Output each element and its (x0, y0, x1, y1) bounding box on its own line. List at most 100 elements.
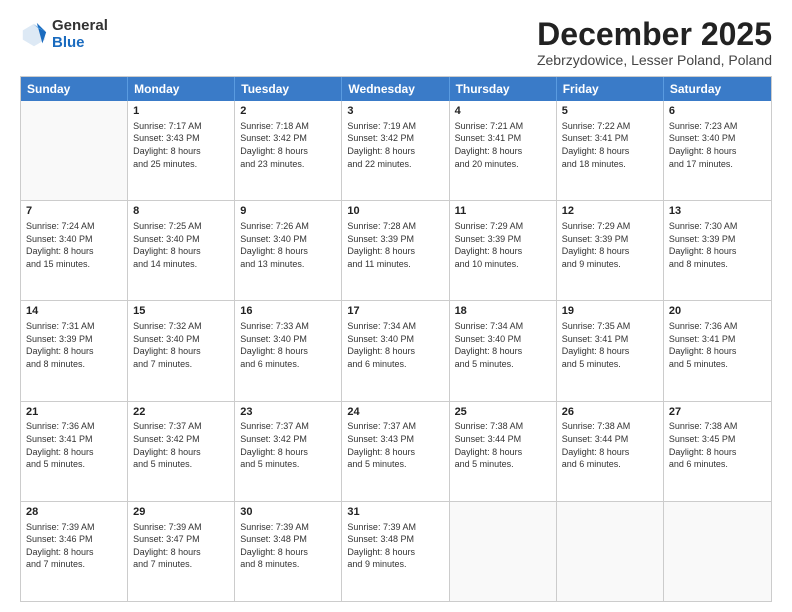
cell-text: Sunrise: 7:26 AM (240, 220, 336, 233)
cal-cell: 26Sunrise: 7:38 AMSunset: 3:44 PMDayligh… (557, 402, 664, 501)
cell-text: and 6 minutes. (240, 358, 336, 371)
cell-text: Daylight: 8 hours (347, 145, 443, 158)
day-number: 22 (133, 405, 229, 420)
cell-text: and 5 minutes. (347, 458, 443, 471)
cell-text: Sunrise: 7:38 AM (455, 420, 551, 433)
cell-text: Daylight: 8 hours (347, 245, 443, 258)
day-number: 3 (347, 104, 443, 119)
cal-cell: 27Sunrise: 7:38 AMSunset: 3:45 PMDayligh… (664, 402, 771, 501)
cell-text: Daylight: 8 hours (562, 446, 658, 459)
cell-text: Sunset: 3:40 PM (133, 233, 229, 246)
cal-row-2: 14Sunrise: 7:31 AMSunset: 3:39 PM Dayligh… (21, 300, 771, 400)
cal-cell: 6Sunrise: 7:23 AMSunset: 3:40 PMDaylight… (664, 101, 771, 200)
cal-cell: 19Sunrise: 7:35 AMSunset: 3:41 PMDayligh… (557, 301, 664, 400)
cell-text: and 5 minutes. (240, 458, 336, 471)
cal-row-1: 7Sunrise: 7:24 AMSunset: 3:40 PMDaylight… (21, 200, 771, 300)
day-number: 11 (455, 204, 551, 219)
cell-text: Sunrise: 7:24 AM (26, 220, 122, 233)
day-header-wednesday: Wednesday (342, 77, 449, 101)
cell-text: and 6 minutes. (347, 358, 443, 371)
cell-text: Sunset: 3:43 PM (133, 132, 229, 145)
cell-text: Sunrise: 7:37 AM (133, 420, 229, 433)
location: Zebrzydowice, Lesser Poland, Poland (537, 52, 772, 68)
cell-text: Daylight: 8 hours (347, 546, 443, 559)
cell-text: Sunrise: 7:39 AM (133, 521, 229, 534)
cell-text: and 10 minutes. (455, 258, 551, 271)
cell-text: Sunrise: 7:21 AM (455, 120, 551, 133)
cell-text: Sunrise: 7:38 AM (669, 420, 766, 433)
cell-text: Sunrise: 7:32 AM (133, 320, 229, 333)
day-header-friday: Friday (557, 77, 664, 101)
cell-text: and 18 minutes. (562, 158, 658, 171)
day-number: 21 (26, 405, 122, 420)
cal-cell: 5Sunrise: 7:22 AMSunset: 3:41 PMDaylight… (557, 101, 664, 200)
cell-text: Daylight: 8 hours (240, 245, 336, 258)
cal-cell (664, 502, 771, 601)
cell-text: Sunrise: 7:39 AM (240, 521, 336, 534)
cell-text: Sunrise: 7:25 AM (133, 220, 229, 233)
cell-text: Daylight: 8 hours (26, 446, 122, 459)
day-header-thursday: Thursday (450, 77, 557, 101)
cell-text: and 13 minutes. (240, 258, 336, 271)
cell-text: Sunrise: 7:31 AM (26, 320, 122, 333)
cell-text: Sunrise: 7:37 AM (240, 420, 336, 433)
cell-text: Sunset: 3:39 PM (455, 233, 551, 246)
cell-text: Sunset: 3:40 PM (133, 333, 229, 346)
cell-text: Daylight: 8 hours (455, 345, 551, 358)
cell-text: Daylight: 8 hours (669, 245, 766, 258)
cal-cell: 4Sunrise: 7:21 AMSunset: 3:41 PMDaylight… (450, 101, 557, 200)
cell-text: and 6 minutes. (669, 458, 766, 471)
logo-blue: Blue (52, 35, 108, 52)
cal-row-0: 1Sunrise: 7:17 AMSunset: 3:43 PMDaylight… (21, 101, 771, 200)
cell-text: Sunset: 3:41 PM (455, 132, 551, 145)
cal-cell: 1Sunrise: 7:17 AMSunset: 3:43 PMDaylight… (128, 101, 235, 200)
cell-text: Sunset: 3:40 PM (347, 333, 443, 346)
cell-text: Sunset: 3:39 PM (562, 233, 658, 246)
cell-text: Sunset: 3:41 PM (562, 333, 658, 346)
cell-text: Sunset: 3:44 PM (562, 433, 658, 446)
calendar-header: SundayMondayTuesdayWednesdayThursdayFrid… (21, 77, 771, 101)
cell-text: and 8 minutes. (669, 258, 766, 271)
cell-text: Sunset: 3:42 PM (133, 433, 229, 446)
day-number: 5 (562, 104, 658, 119)
calendar: SundayMondayTuesdayWednesdayThursdayFrid… (20, 76, 772, 602)
cell-text: Sunset: 3:41 PM (669, 333, 766, 346)
cell-text: Sunrise: 7:23 AM (669, 120, 766, 133)
day-number: 30 (240, 505, 336, 520)
day-number: 18 (455, 304, 551, 319)
title-area: December 2025 Zebrzydowice, Lesser Polan… (537, 18, 772, 68)
cal-cell: 22Sunrise: 7:37 AMSunset: 3:42 PMDayligh… (128, 402, 235, 501)
logo: General Blue (20, 18, 108, 51)
cal-cell: 16Sunrise: 7:33 AMSunset: 3:40 PMDayligh… (235, 301, 342, 400)
cell-text: Sunrise: 7:34 AM (455, 320, 551, 333)
cell-text: Sunset: 3:45 PM (669, 433, 766, 446)
cell-text: Daylight: 8 hours (347, 345, 443, 358)
cell-text: Sunset: 3:42 PM (240, 132, 336, 145)
cell-text: Daylight: 8 hours (669, 446, 766, 459)
day-number: 24 (347, 405, 443, 420)
cell-text: and 5 minutes. (669, 358, 766, 371)
day-number: 23 (240, 405, 336, 420)
cell-text: Sunset: 3:39 PM (26, 333, 122, 346)
day-number: 14 (26, 304, 122, 319)
cell-text: Daylight: 8 hours (133, 145, 229, 158)
cell-text: and 7 minutes. (26, 558, 122, 571)
cal-cell: 8Sunrise: 7:25 AMSunset: 3:40 PMDaylight… (128, 201, 235, 300)
cell-text: Daylight: 8 hours (240, 446, 336, 459)
day-number: 20 (669, 304, 766, 319)
day-number: 2 (240, 104, 336, 119)
day-header-monday: Monday (128, 77, 235, 101)
cell-text: and 8 minutes. (26, 358, 122, 371)
cell-text: Daylight: 8 hours (347, 446, 443, 459)
cell-text: Daylight: 8 hours (240, 345, 336, 358)
month-title: December 2025 (537, 18, 772, 50)
cell-text: and 7 minutes. (133, 358, 229, 371)
day-number: 15 (133, 304, 229, 319)
cell-text: Daylight: 8 hours (240, 546, 336, 559)
cell-text: and 7 minutes. (133, 558, 229, 571)
cal-row-3: 21Sunrise: 7:36 AMSunset: 3:41 PMDayligh… (21, 401, 771, 501)
cell-text: and 5 minutes. (562, 358, 658, 371)
cell-text: and 15 minutes. (26, 258, 122, 271)
day-number: 12 (562, 204, 658, 219)
cell-text: Sunset: 3:40 PM (455, 333, 551, 346)
